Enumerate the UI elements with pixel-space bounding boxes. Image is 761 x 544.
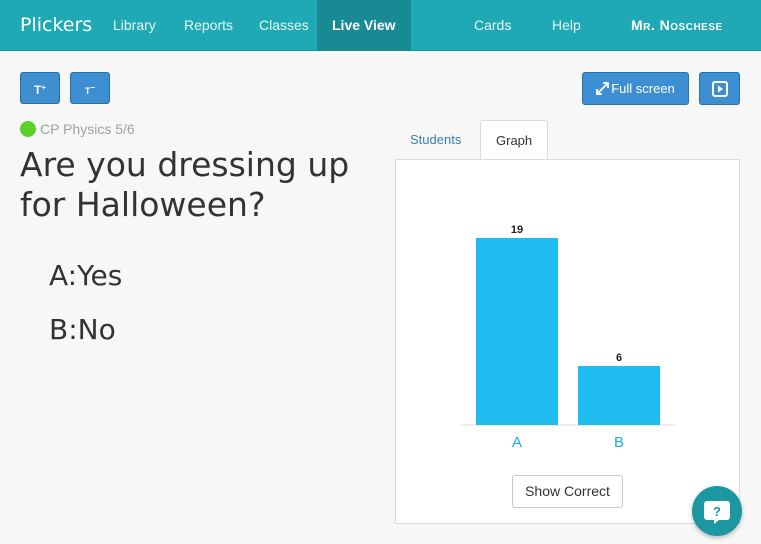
choice-text: Yes [77, 259, 123, 292]
plus-icon: + [41, 83, 46, 92]
nav-classes[interactable]: Classes [259, 0, 309, 51]
choice-letter: A: [49, 259, 78, 292]
tab-graph[interactable]: Graph [480, 120, 548, 160]
bar-value-label: 19 [511, 224, 523, 236]
bar-a [476, 238, 558, 425]
nav-library[interactable]: Library [113, 0, 156, 51]
nav-reports[interactable]: Reports [184, 0, 233, 51]
bar-category-label: A [512, 434, 522, 451]
fullscreen-button[interactable]: Full screen [582, 72, 689, 105]
live-status-dot [20, 121, 36, 137]
bar-category-label: B [614, 434, 624, 451]
minus-icon: − [90, 83, 96, 92]
class-name: CP Physics 5/6 [40, 121, 135, 137]
play-icon [711, 81, 728, 97]
nav-help[interactable]: Help [552, 0, 581, 51]
show-correct-button[interactable]: Show Correct [512, 475, 623, 508]
class-indicator: CP Physics 5/6 [20, 120, 135, 138]
help-chat-button[interactable]: ? [692, 486, 742, 536]
choice-text: No [77, 313, 116, 346]
choice-b: B:No [49, 313, 116, 347]
brand-logo[interactable]: Plickers [20, 0, 92, 51]
svg-text:?: ? [713, 504, 721, 519]
results-bar-chart: 19 A 6 B [461, 224, 675, 451]
nav-cards[interactable]: Cards [474, 0, 511, 51]
choice-letter: B: [49, 313, 78, 346]
top-navbar: Plickers Library Reports Classes Live Vi… [0, 0, 761, 51]
chat-question-icon: ? [704, 501, 730, 524]
nav-user-menu[interactable]: Mr. Noschese [631, 0, 723, 51]
bar-value-label: 6 [616, 352, 622, 364]
increase-text-size-button[interactable]: T+ [20, 72, 60, 104]
present-button[interactable] [699, 72, 740, 105]
expand-icon [596, 82, 610, 95]
fullscreen-label: Full screen [611, 81, 675, 96]
choice-a: A:Yes [49, 259, 122, 293]
bar-b [578, 365, 660, 425]
decrease-text-size-button[interactable]: T− [70, 72, 110, 104]
nav-live-view[interactable]: Live View [317, 0, 411, 51]
tab-students[interactable]: Students [395, 120, 476, 160]
question-text: Are you dressing up for Halloween? [20, 145, 350, 224]
graph-panel: 19 A 6 B [395, 159, 740, 524]
